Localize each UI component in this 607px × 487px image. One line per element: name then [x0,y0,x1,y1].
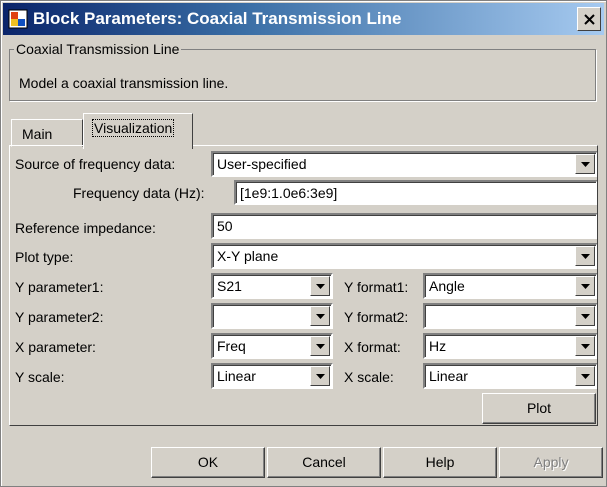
close-button[interactable] [577,7,601,31]
description-text: Model a coaxial transmission line. [19,75,229,91]
close-icon [584,14,595,25]
title-bar[interactable]: Block Parameters: Coaxial Transmission L… [3,3,604,35]
tab-visualization-label: Visualization [92,119,175,137]
help-button[interactable]: Help [383,447,497,478]
tab-visualization[interactable]: Visualization [83,113,193,149]
description-group-title: Coaxial Transmission Line [16,41,180,57]
block-params-icon [8,9,28,29]
ok-button[interactable]: OK [151,447,265,478]
dialog-window: Block Parameters: Coaxial Transmission L… [0,0,607,487]
apply-button[interactable]: Apply [499,447,603,478]
description-group: Coaxial Transmission Line [9,41,596,101]
window-title: Block Parameters: Coaxial Transmission L… [33,9,402,28]
cancel-button[interactable]: Cancel [267,447,381,478]
visualization-panel [9,145,598,426]
tab-main[interactable]: Main [11,119,83,147]
